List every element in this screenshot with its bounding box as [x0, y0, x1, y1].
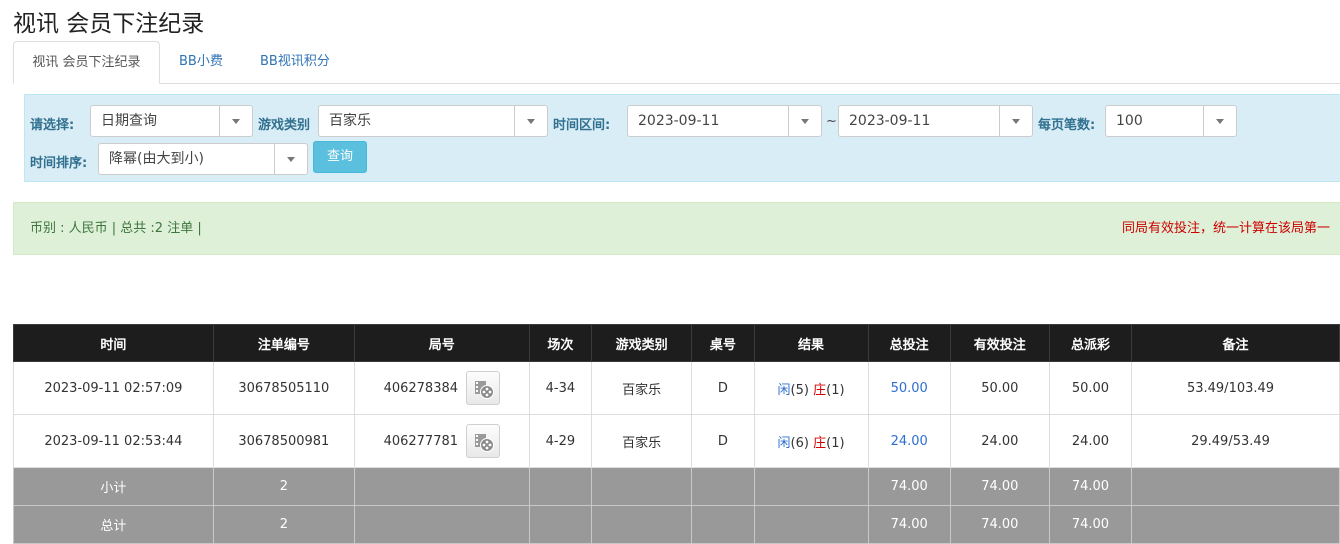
cell-bet-id: 30678505110 [212, 361, 355, 415]
cell-note: 29.49/53.49 [1131, 414, 1340, 468]
page-size-label: 每页笔数: [1038, 118, 1096, 133]
tab-bb-tips[interactable]: BB小费 [179, 41, 223, 83]
subtotal-valid-bet: 74.00 [949, 467, 1050, 506]
cell-game: 百家乐 [591, 361, 693, 415]
subtotal-count: 2 [212, 467, 355, 506]
cell-total-bet[interactable]: 24.00 [867, 414, 951, 468]
result-player-score: (6) [790, 435, 809, 451]
film-reel-icon[interactable] [466, 424, 501, 458]
col-header-bet-id: 注单编号 [212, 324, 355, 362]
cell-result: 闲(5) 庄(1) [753, 361, 869, 415]
chevron-down-icon [1203, 106, 1236, 136]
sort-value: 降幂(由大到小) [109, 151, 204, 167]
chevron-down-icon [274, 144, 307, 174]
tab-bb-points[interactable]: BB视讯积分 [260, 41, 330, 83]
chevron-down-icon [999, 106, 1032, 136]
select-label: 请选择: [30, 118, 75, 133]
subtotal-payout: 74.00 [1048, 467, 1133, 506]
round-id-text: 406277781 [383, 433, 459, 449]
grandtotal-row: 总计 2 74.00 74.00 74.00 [13, 505, 1340, 544]
subtotal-row: 小计 2 74.00 74.00 74.00 [13, 467, 1340, 506]
col-header-valid-bet: 有效投注 [949, 324, 1050, 362]
cell-session: 4-34 [528, 361, 593, 415]
film-reel-icon[interactable] [466, 371, 501, 405]
col-header-total-bet: 总投注 [867, 324, 951, 362]
tab-bet-records[interactable]: 视讯 会员下注纪录 [13, 41, 160, 84]
subtotal-total-bet: 74.00 [867, 467, 951, 506]
currency-summary: 币别 : 人民币 | 总共 :2 注单 | [30, 221, 202, 236]
table-header-row: 时间 注单编号 局号 场次 游戏类别 桌号 结果 总投注 有效投注 总派彩 备注 [13, 324, 1340, 362]
query-type-value: 日期查询 [101, 113, 157, 129]
date-to-select[interactable]: 2023-09-11 [838, 105, 1033, 137]
col-header-table: 桌号 [691, 324, 755, 362]
grandtotal-count: 2 [212, 505, 355, 544]
grandtotal-total-bet: 74.00 [867, 505, 951, 544]
date-from-select[interactable]: 2023-09-11 [627, 105, 822, 137]
col-header-result: 结果 [753, 324, 869, 362]
cell-table: D [691, 361, 755, 415]
result-banker-label[interactable]: 庄 [813, 383, 826, 398]
cell-bet-id: 30678500981 [212, 414, 355, 468]
table-row: 2023-09-11 02:53:44 30678500981 40627778… [13, 414, 1340, 468]
bet-records-table: 时间 注单编号 局号 场次 游戏类别 桌号 结果 总投注 有效投注 总派彩 备注… [13, 324, 1340, 544]
total-bet-link[interactable]: 24.00 [891, 434, 928, 449]
table-row: 2023-09-11 02:57:09 30678505110 40627838… [13, 361, 1340, 415]
query-button[interactable]: 查询 [313, 141, 367, 173]
cell-time: 2023-09-11 02:53:44 [13, 414, 214, 468]
sort-label: 时间排序: [30, 156, 88, 171]
result-player-label[interactable]: 闲 [778, 383, 791, 398]
page-title: 视讯 会员下注纪录 [13, 11, 205, 37]
cell-time: 2023-09-11 02:57:09 [13, 361, 214, 415]
result-player-label[interactable]: 闲 [778, 436, 791, 451]
cell-game: 百家乐 [591, 414, 693, 468]
cell-session: 4-29 [528, 414, 593, 468]
page-size-value: 100 [1116, 113, 1143, 129]
cell-payout: 24.00 [1048, 414, 1133, 468]
cell-round-id: 406277781 [353, 414, 530, 468]
time-range-label: 时间区间: [553, 118, 611, 133]
grandtotal-label: 总计 [13, 505, 214, 544]
game-type-label: 游戏类别 [258, 118, 311, 133]
subtotal-label: 小计 [13, 467, 214, 506]
cell-valid-bet: 50.00 [949, 361, 1050, 415]
col-header-game: 游戏类别 [591, 324, 693, 362]
tab-bar: 视讯 会员下注纪录 BB小费 BB视讯积分 [13, 41, 1340, 84]
result-banker-score: (1) [826, 435, 845, 451]
cell-result: 闲(6) 庄(1) [753, 414, 869, 468]
result-player-score: (5) [790, 382, 809, 398]
range-separator: ~ [826, 114, 837, 129]
query-type-select[interactable]: 日期查询 [90, 105, 253, 137]
col-header-note: 备注 [1131, 324, 1340, 362]
grandtotal-valid-bet: 74.00 [949, 505, 1050, 544]
col-header-payout: 总派彩 [1048, 324, 1133, 362]
cell-table: D [691, 414, 755, 468]
col-header-round-id: 局号 [353, 324, 530, 362]
sort-select[interactable]: 降幂(由大到小) [98, 143, 308, 175]
game-type-select[interactable]: 百家乐 [318, 105, 548, 137]
valid-bet-notice: 同局有效投注，统一计算在该局第一 [1122, 221, 1331, 236]
info-bar: 币别 : 人民币 | 总共 :2 注单 | 同局有效投注，统一计算在该局第一 [13, 202, 1340, 255]
col-header-time: 时间 [13, 324, 214, 362]
cell-round-id: 406278384 [353, 361, 530, 415]
chevron-down-icon [219, 106, 252, 136]
date-to-value: 2023-09-11 [849, 113, 931, 129]
grandtotal-payout: 74.00 [1048, 505, 1133, 544]
cell-note: 53.49/103.49 [1131, 361, 1340, 415]
col-header-session: 场次 [528, 324, 593, 362]
page-size-select[interactable]: 100 [1105, 105, 1237, 137]
game-type-value: 百家乐 [329, 113, 371, 129]
date-from-value: 2023-09-11 [638, 113, 720, 129]
chevron-down-icon [788, 106, 821, 136]
cell-total-bet[interactable]: 50.00 [867, 361, 951, 415]
filter-panel: 请选择: 日期查询 游戏类别 百家乐 时间区间: 2023-09-11 ~ 20… [24, 94, 1340, 182]
round-id-text: 406278384 [383, 380, 459, 396]
cell-valid-bet: 24.00 [949, 414, 1050, 468]
result-banker-label[interactable]: 庄 [813, 436, 826, 451]
total-bet-link[interactable]: 50.00 [891, 381, 928, 396]
result-banker-score: (1) [826, 382, 845, 398]
chevron-down-icon [514, 106, 547, 136]
cell-payout: 50.00 [1048, 361, 1133, 415]
